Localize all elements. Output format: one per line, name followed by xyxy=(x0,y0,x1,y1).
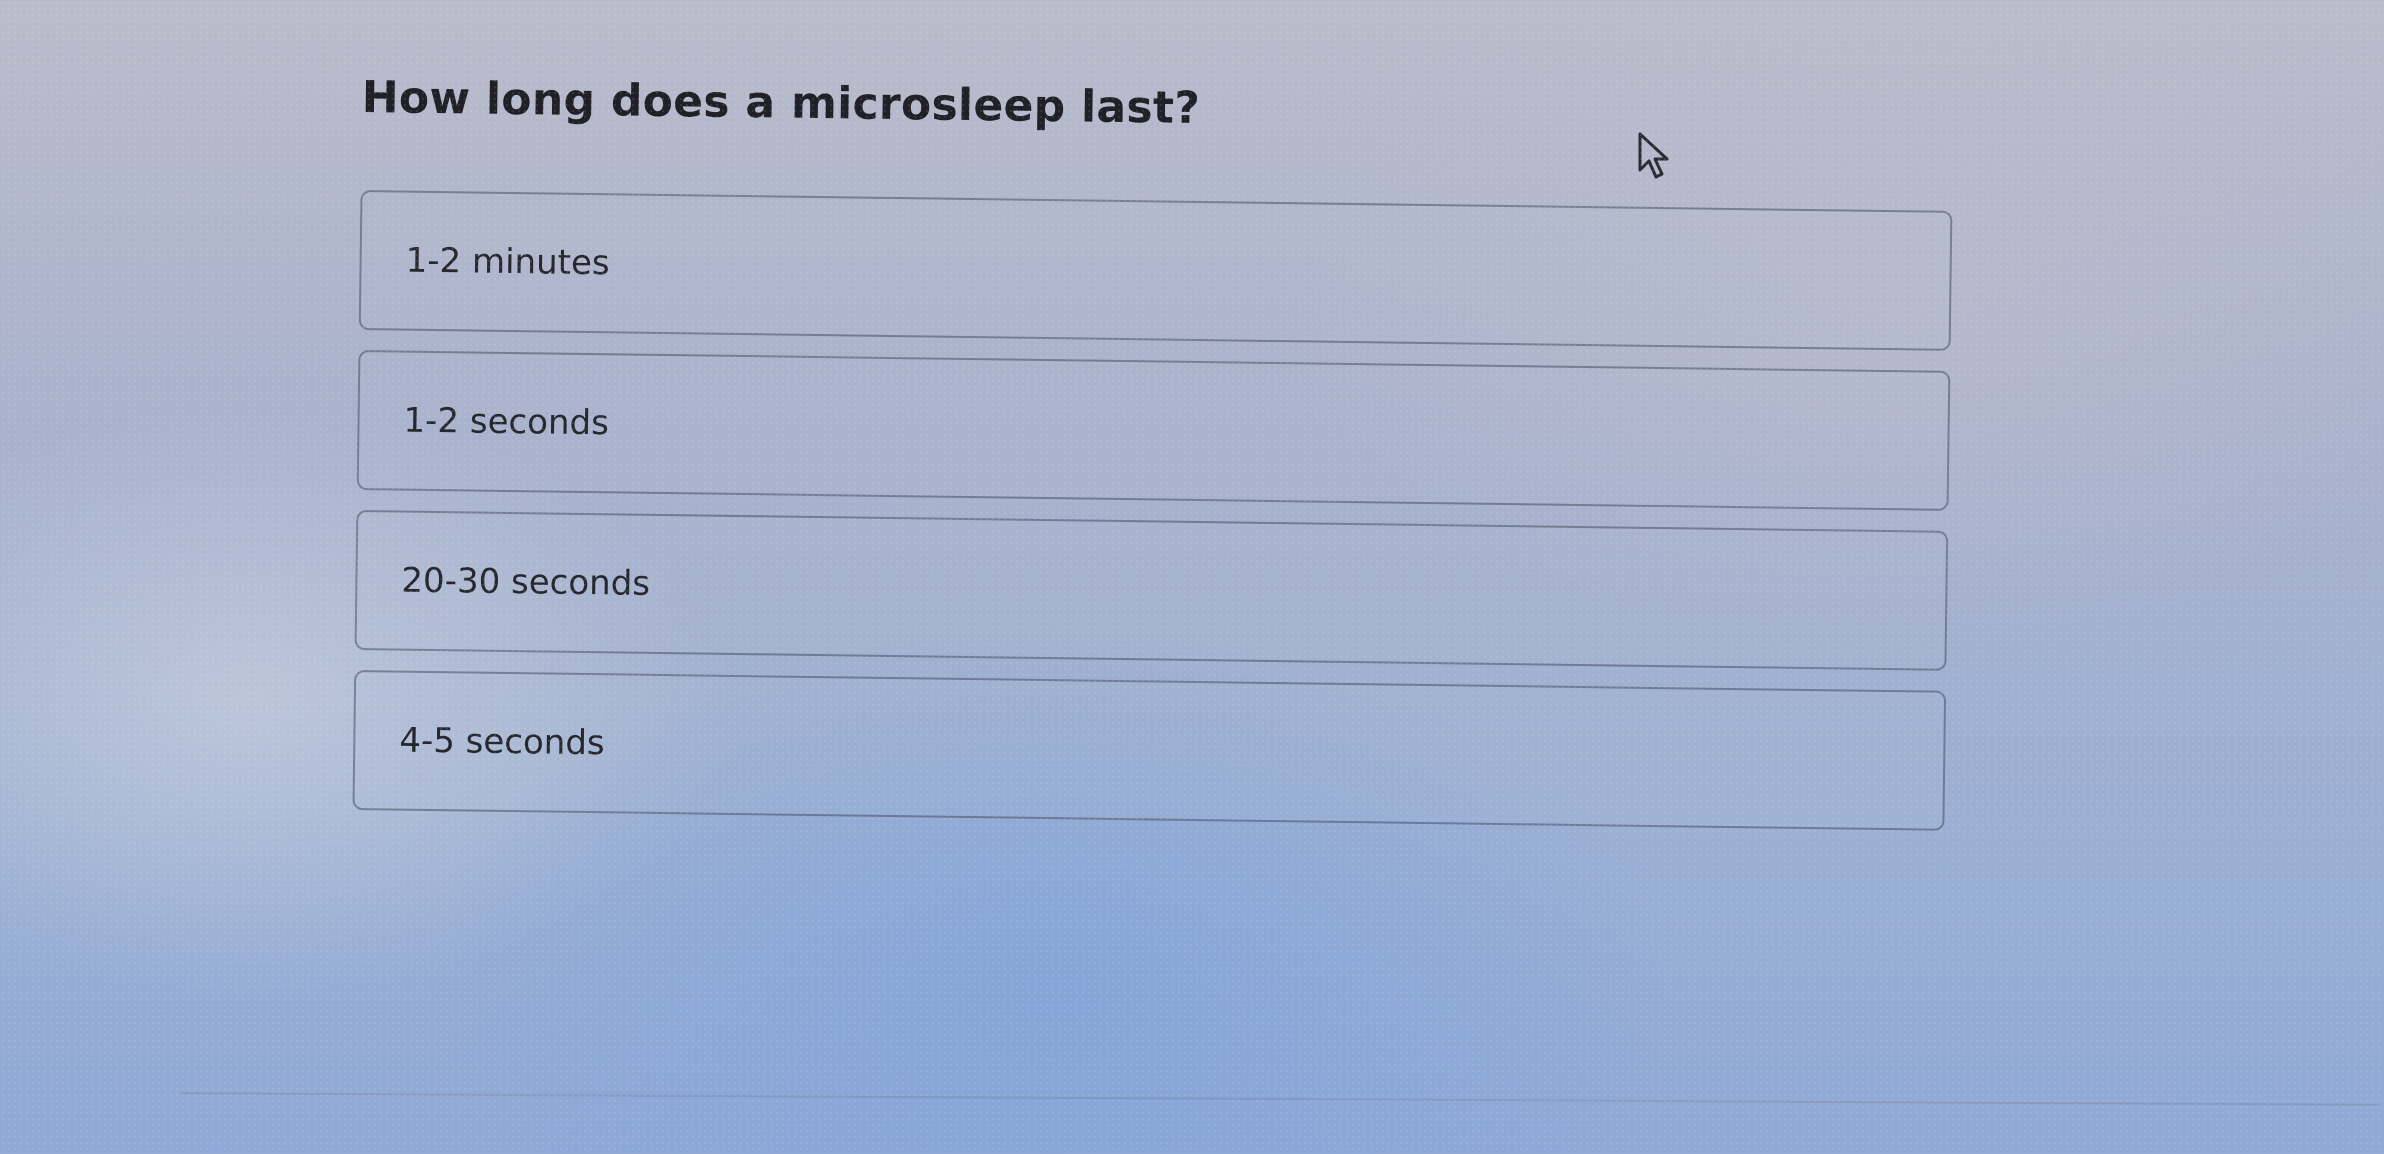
answer-option-label: 4-5 seconds xyxy=(399,720,605,764)
answer-option-1-2-minutes[interactable]: 1-2 minutes xyxy=(358,190,1953,351)
answer-option-label: 1-2 seconds xyxy=(403,400,610,444)
answer-option-4-5-seconds[interactable]: 4-5 seconds xyxy=(352,669,1947,831)
answer-option-label: 1-2 minutes xyxy=(405,240,610,284)
mouse-pointer-icon xyxy=(1638,132,1669,179)
answer-option-label: 20-30 seconds xyxy=(401,560,651,604)
answer-options: 1-2 minutes 1-2 seconds 20-30 seconds 4-… xyxy=(352,190,1953,851)
question-text: How long does a microsleep last? xyxy=(361,72,1201,134)
answer-option-20-30-seconds[interactable]: 20-30 seconds xyxy=(354,509,1949,671)
answer-option-1-2-seconds[interactable]: 1-2 seconds xyxy=(356,350,1951,511)
quiz-panel: How long does a microsleep last? 1-2 min… xyxy=(0,0,2384,1154)
